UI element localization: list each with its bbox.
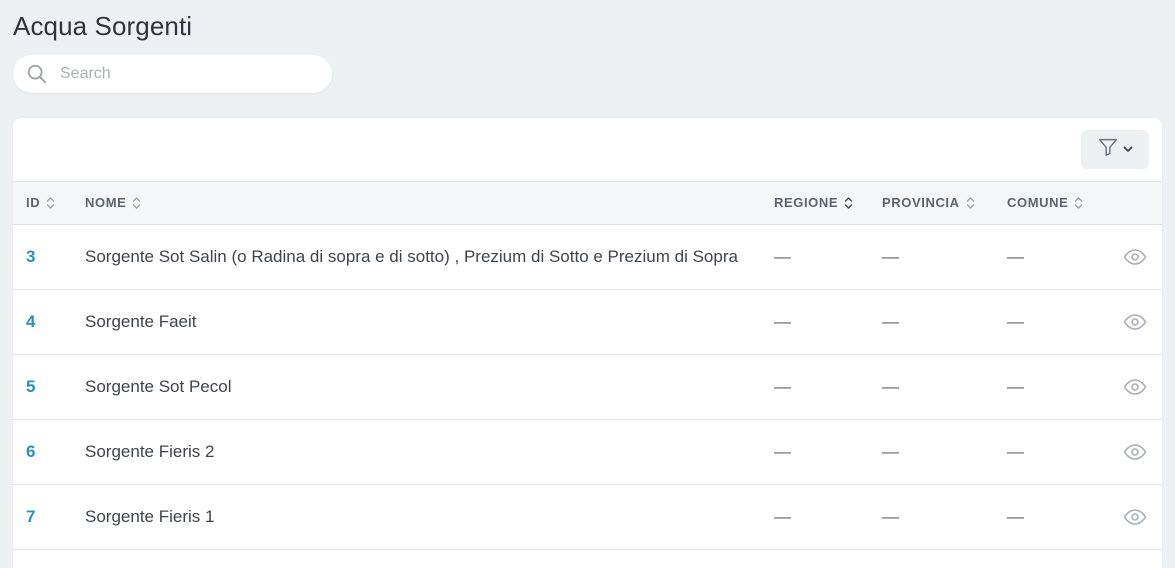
sort-icon: [1074, 196, 1083, 210]
resource-table-card: ID NOME REGIONE PROVINCIA COMUNE 3 Sorge…: [13, 118, 1162, 568]
cell-regione: —: [774, 441, 791, 461]
cell-nome: Sorgente Faeit: [85, 311, 197, 331]
data-table: ID NOME REGIONE PROVINCIA COMUNE 3 Sorge…: [13, 182, 1162, 550]
cell-id[interactable]: 7: [13, 484, 85, 549]
column-header-nome[interactable]: NOME: [85, 182, 774, 224]
cell-provincia: —: [882, 311, 899, 331]
sort-icon: [966, 196, 975, 210]
row-id-link[interactable]: 6: [26, 442, 35, 461]
column-label: NOME: [85, 195, 127, 211]
cell-regione: —: [774, 376, 791, 396]
chevron-down-icon: [1123, 141, 1133, 159]
view-eye-icon[interactable]: [1107, 440, 1162, 464]
cell-id[interactable]: 3: [13, 224, 85, 289]
cell-provincia: —: [882, 376, 899, 396]
search-input[interactable]: [60, 65, 300, 83]
cell-regione: —: [774, 506, 791, 526]
column-header-id[interactable]: ID: [13, 182, 85, 224]
row-id-link[interactable]: 5: [26, 377, 35, 396]
cell-nome: Sorgente Fieris 1: [85, 506, 215, 526]
cell-actions: [1107, 419, 1162, 484]
column-label: ID: [26, 195, 41, 211]
cell-actions: [1107, 224, 1162, 289]
cell-comune: —: [1007, 246, 1024, 266]
cell-actions: [1107, 354, 1162, 419]
view-eye-icon[interactable]: [1107, 505, 1162, 529]
cell-nome: Sorgente Fieris 2: [85, 441, 215, 461]
cell-id[interactable]: 5: [13, 354, 85, 419]
column-header-comune[interactable]: COMUNE: [1007, 182, 1107, 224]
table-row[interactable]: 3 Sorgente Sot Salin (o Radina di sopra …: [13, 224, 1162, 289]
row-id-link[interactable]: 3: [26, 247, 35, 266]
column-header-actions: [1107, 182, 1162, 224]
cell-nome: Sorgente Sot Salin (o Radina di sopra e …: [85, 246, 738, 266]
table-header-row: ID NOME REGIONE PROVINCIA COMUNE: [13, 182, 1162, 224]
view-eye-icon[interactable]: [1107, 245, 1162, 269]
column-label: COMUNE: [1007, 195, 1069, 211]
sort-icon: [844, 196, 853, 210]
table-toolbar: [13, 118, 1162, 182]
cell-provincia: —: [882, 246, 899, 266]
cell-comune: —: [1007, 506, 1024, 526]
search-icon: [26, 63, 48, 85]
cell-actions: [1107, 289, 1162, 354]
column-label: REGIONE: [774, 195, 839, 211]
filter-icon: [1097, 136, 1119, 163]
table-row[interactable]: 4 Sorgente Faeit — — —: [13, 289, 1162, 354]
search-box[interactable]: [13, 55, 332, 93]
cell-provincia: —: [882, 441, 899, 461]
table-row[interactable]: 5 Sorgente Sot Pecol — — —: [13, 354, 1162, 419]
sort-icon: [132, 196, 141, 210]
cell-actions: [1107, 484, 1162, 549]
cell-comune: —: [1007, 311, 1024, 331]
table-row[interactable]: 6 Sorgente Fieris 2 — — —: [13, 419, 1162, 484]
cell-id[interactable]: 6: [13, 419, 85, 484]
sort-icon: [46, 196, 55, 210]
table-row[interactable]: 7 Sorgente Fieris 1 — — —: [13, 484, 1162, 549]
cell-provincia: —: [882, 506, 899, 526]
page-title: Acqua Sorgenti: [13, 11, 193, 41]
view-eye-icon[interactable]: [1107, 310, 1162, 334]
cell-comune: —: [1007, 376, 1024, 396]
column-label: PROVINCIA: [882, 195, 960, 211]
filter-button[interactable]: [1081, 130, 1149, 169]
cell-comune: —: [1007, 441, 1024, 461]
row-id-link[interactable]: 7: [26, 507, 35, 526]
column-header-provincia[interactable]: PROVINCIA: [882, 182, 1007, 224]
cell-regione: —: [774, 311, 791, 331]
cell-regione: —: [774, 246, 791, 266]
row-id-link[interactable]: 4: [26, 312, 35, 331]
cell-id[interactable]: 4: [13, 289, 85, 354]
column-header-regione[interactable]: REGIONE: [774, 182, 882, 224]
view-eye-icon[interactable]: [1107, 375, 1162, 399]
cell-nome: Sorgente Sot Pecol: [85, 376, 232, 396]
